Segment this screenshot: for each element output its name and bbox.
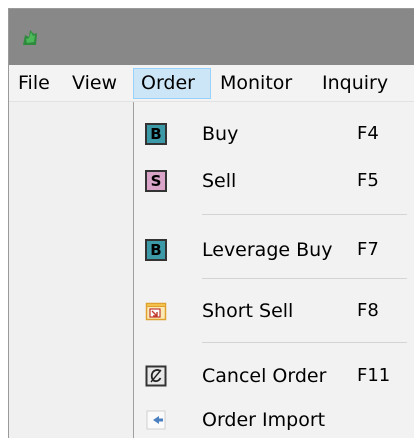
menu-bar: File View Order Monitor Inquiry bbox=[9, 65, 414, 102]
menu-inquiry[interactable]: Inquiry bbox=[322, 68, 388, 99]
menu-item-shortcut: F5 bbox=[357, 170, 379, 191]
menu-order[interactable]: Order bbox=[133, 68, 211, 99]
menu-item-label: Cancel Order bbox=[202, 365, 327, 387]
menu-item-shortcut: F4 bbox=[357, 123, 379, 144]
menu-item-label: Buy bbox=[202, 123, 239, 145]
application-window: File View Order Monitor Inquiry B Buy F4… bbox=[8, 8, 414, 438]
short-sell-icon bbox=[145, 302, 167, 321]
menu-item-buy[interactable]: B Buy F4 bbox=[134, 117, 414, 151]
app-logo-icon bbox=[23, 30, 37, 45]
menu-item-leverage-buy[interactable]: B Leverage Buy F7 bbox=[134, 233, 414, 267]
order-import-icon bbox=[146, 410, 166, 430]
menu-item-label: Leverage Buy bbox=[202, 239, 333, 261]
title-bar bbox=[9, 9, 414, 65]
menu-separator bbox=[202, 214, 407, 215]
leverage-buy-icon: B bbox=[145, 239, 167, 261]
menu-item-shortcut: F8 bbox=[357, 300, 379, 321]
menu-file[interactable]: File bbox=[18, 68, 50, 99]
menu-item-order-import[interactable]: Order Import bbox=[134, 403, 414, 437]
menu-separator bbox=[202, 278, 407, 279]
menu-item-label: Sell bbox=[202, 170, 237, 192]
sell-icon: S bbox=[145, 170, 167, 192]
menu-view[interactable]: View bbox=[72, 68, 117, 99]
menu-monitor[interactable]: Monitor bbox=[220, 68, 292, 99]
workspace-area bbox=[9, 102, 133, 438]
menu-item-shortcut: F11 bbox=[357, 365, 391, 386]
menu-item-short-sell[interactable]: Short Sell F8 bbox=[134, 294, 414, 328]
menu-item-shortcut: F7 bbox=[357, 239, 379, 260]
menu-item-sell[interactable]: S Sell F5 bbox=[134, 164, 414, 198]
menu-separator bbox=[202, 342, 407, 343]
order-dropdown-menu: B Buy F4 S Sell F5 B Leverage Buy F7 Sho… bbox=[133, 102, 414, 438]
menu-item-label: Short Sell bbox=[202, 300, 294, 322]
buy-icon: B bbox=[145, 123, 167, 145]
cancel-order-icon bbox=[145, 365, 167, 387]
menu-item-cancel-order[interactable]: Cancel Order F11 bbox=[134, 359, 414, 393]
menu-item-label: Order Import bbox=[202, 409, 326, 431]
